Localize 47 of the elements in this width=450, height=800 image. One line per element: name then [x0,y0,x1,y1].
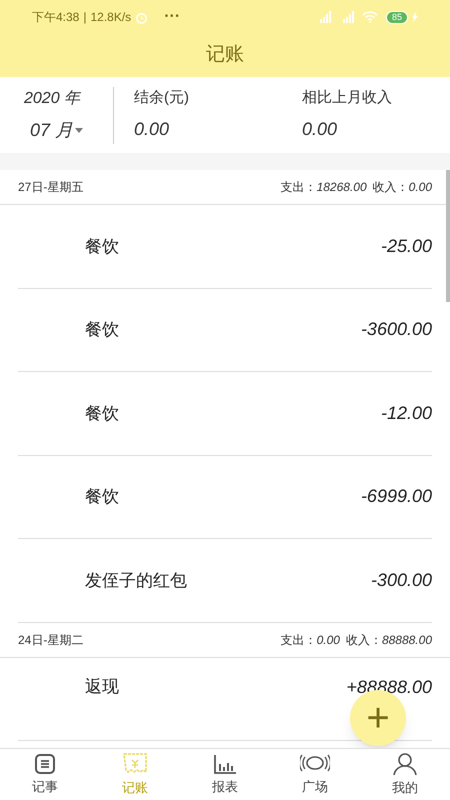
balance-value: 0.00 [134,118,170,141]
nav-tab[interactable]: 报表 [180,749,270,800]
category-label: 餐饮 [84,319,120,341]
amount-value: -12.00 [380,402,432,425]
wifi-icon [362,11,378,23]
user-icon [392,752,418,776]
income-label: 收入： [372,179,409,196]
receipt-icon [122,752,148,776]
compare-label: 相比上月收入 [302,88,393,108]
status-separator: | [83,9,86,26]
expense-label: 支出： [280,632,317,648]
month-dropdown[interactable]: 07 月 [24,116,84,144]
more-notifications: ··· [164,7,180,27]
day-label: 27日-星期五 [18,179,84,196]
charging-icon [412,12,418,22]
signal-icon [320,11,331,23]
amount-value: -6999.00 [360,485,432,508]
note-icon [34,752,56,775]
nav-tab[interactable]: 我的 [360,749,450,800]
amount-value: -300.00 [370,568,432,592]
nav-tab[interactable]: 记事 [0,749,90,800]
category-label: 餐饮 [84,402,120,424]
category-label: 返现 [84,676,120,698]
day-label: 24日-星期二 [18,632,84,648]
balance-label: 结余(元) [134,88,190,108]
expense-label: 支出： [280,179,317,196]
amount-value: -25.00 [380,234,432,258]
category-label: 餐饮 [84,236,120,258]
year-label: 2020 年 [24,88,80,108]
income-total: 0.00 [408,179,432,196]
page-title: 记账 [206,43,244,68]
income-label: 收入： [346,632,382,648]
signal-icon [342,11,354,23]
amount-value: -3600.00 [360,318,432,342]
nav-tab[interactable]: 广场 [270,749,360,800]
category-label: 餐饮 [84,486,120,508]
bar-chart-icon [213,752,237,775]
status-time: 下午4:38 [32,9,80,26]
category-label: 发侄子的红包 [84,570,188,592]
expense-total: 18268.00 [316,179,367,196]
expense-total: 0.00 [316,632,340,648]
income-total: 88888.00 [382,632,432,648]
battery-indicator: 85 [386,10,408,24]
caret-icon [75,128,84,132]
alarm-icon [135,10,148,24]
compare-value: 0.00 [302,118,338,141]
network-speed: 12.8K/s [90,9,132,26]
